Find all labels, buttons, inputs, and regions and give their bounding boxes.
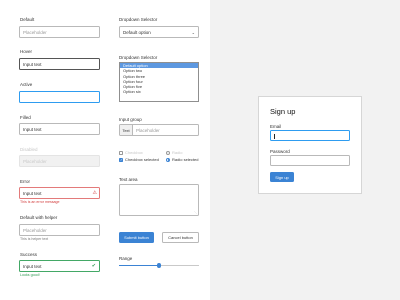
text-area[interactable]: ⋱: [119, 184, 199, 216]
helper-text: This is helper text: [20, 237, 49, 241]
signup-card: Sign up Email Password Sign up: [258, 96, 362, 194]
input-group-field[interactable]: Placeholder: [133, 125, 198, 135]
radio-label: Radio: [172, 150, 183, 155]
disabled-input: Placeholder: [19, 155, 100, 167]
checkmark-icon: ✓: [119, 157, 123, 162]
dropdown-selected-value: Default option: [123, 30, 151, 35]
dropdown-select[interactable]: Default option ⌄: [119, 26, 199, 38]
checkbox-selected-label: Checkbox selected: [125, 157, 159, 162]
range-slider[interactable]: [119, 263, 199, 268]
password-label: Password: [270, 149, 290, 154]
helper-input[interactable]: Placeholder: [19, 224, 100, 236]
resize-handle-icon[interactable]: ⋱: [194, 211, 197, 214]
submit-button[interactable]: Submit button: [119, 232, 154, 243]
default-label: Default: [20, 17, 35, 22]
input-group-label: Input group: [119, 117, 142, 122]
filled-input[interactable]: Input text: [19, 123, 100, 135]
range-thumb[interactable]: [156, 263, 162, 268]
radio[interactable]: Radio: [166, 150, 182, 155]
hover-label: Hover: [20, 49, 33, 54]
email-field[interactable]: [270, 130, 350, 141]
range-label: Range: [119, 256, 133, 261]
password-field[interactable]: [270, 155, 350, 166]
error-input[interactable]: Input text ⚠: [19, 187, 100, 199]
email-label: Email: [270, 124, 282, 129]
radio-selected-label: Radio selected: [172, 157, 199, 162]
success-input-value: Input text: [23, 264, 42, 269]
checkbox[interactable]: Checkbox: [119, 150, 143, 155]
error-label: Error: [20, 179, 30, 184]
input-group-prefix: Text: [120, 125, 133, 135]
listbox-option[interactable]: Option six: [120, 89, 198, 94]
check-icon: ✔: [91, 263, 96, 269]
text-cursor: [274, 133, 275, 139]
error-input-value: Input text: [23, 191, 42, 196]
cancel-button[interactable]: Cancel button: [162, 232, 199, 243]
helper-label: Default with helper: [20, 215, 58, 220]
textarea-label: Text area: [119, 177, 138, 182]
signup-button[interactable]: Sign up: [270, 172, 294, 182]
chevron-down-icon: ⌄: [191, 30, 195, 35]
signup-title: Sign up: [270, 107, 296, 116]
active-label: Active: [20, 82, 33, 87]
radio-circle: [166, 150, 170, 155]
range-fill: [119, 265, 159, 266]
hover-input[interactable]: Input text: [19, 58, 100, 70]
warning-icon: ⚠: [92, 190, 97, 196]
checkbox-selected[interactable]: ✓ Checkbox selected: [119, 157, 159, 162]
listbox-label: Dropdown Selector: [119, 55, 158, 60]
filled-label: Filled: [20, 115, 31, 120]
success-message: Looks good!: [20, 273, 40, 277]
default-input[interactable]: Placeholder: [19, 26, 100, 38]
error-message: This is an error message: [20, 200, 60, 204]
checkbox-box: [119, 150, 123, 155]
dropdown-label: Dropdown Selector: [119, 17, 158, 22]
active-input[interactable]: [19, 91, 100, 103]
checkbox-label: Checkbox: [125, 150, 143, 155]
success-input[interactable]: Input text ✔: [19, 260, 100, 272]
radio-selected-circle: [166, 157, 170, 162]
disabled-label: Disabled: [20, 147, 38, 152]
input-group[interactable]: Text Placeholder: [119, 124, 199, 136]
success-label: Success: [20, 252, 38, 257]
radio-selected[interactable]: Radio selected: [166, 157, 198, 162]
dropdown-listbox[interactable]: Default option Option two Option three O…: [119, 62, 199, 102]
components-panel: Default Placeholder Hover Input text Act…: [0, 0, 210, 300]
